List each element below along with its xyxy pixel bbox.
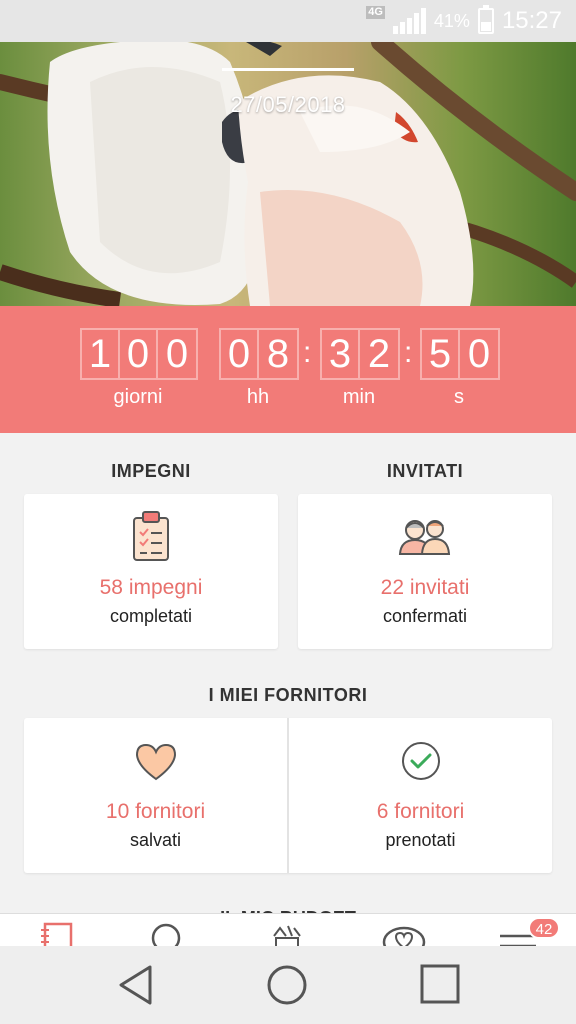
countdown-minutes: 3 2	[320, 328, 400, 380]
countdown-label-seconds: s	[454, 386, 464, 408]
battery-percent: 41%	[433, 10, 470, 31]
fornitori-title: I MIEI FORNITORI	[208, 685, 368, 705]
countdown-digit: 2	[367, 331, 391, 376]
countdown-digit: 0	[467, 331, 491, 376]
fornitori-booked-count: 6 fornitori	[376, 800, 465, 823]
impegni-status: completati	[109, 606, 193, 626]
heart-icon	[135, 743, 176, 781]
countdown-separator: :	[404, 336, 413, 369]
battery-icon	[477, 5, 494, 34]
impegni-count: 58 impegni	[99, 576, 203, 599]
search-icon[interactable]	[150, 922, 184, 946]
menu-notification-badge: 42	[528, 917, 560, 939]
countdown-digit: 8	[266, 331, 290, 376]
cockatoos-illustration	[0, 42, 576, 306]
countdown-digit: 0	[120, 330, 158, 378]
fornitori-saved-status: salvati	[129, 830, 182, 850]
countdown-digit: 3	[322, 330, 360, 378]
notebook-icon[interactable]	[40, 922, 74, 946]
back-icon[interactable]	[116, 964, 156, 1006]
bottom-tab-bar	[0, 913, 576, 946]
countdown-digit: 0	[165, 331, 189, 376]
status-bar: 4G 41% 15:27	[0, 0, 576, 42]
invitati-card[interactable]: 22 invitati confermati	[298, 494, 552, 649]
fornitori-booked-status: prenotati	[385, 830, 456, 850]
hero-photo: 27/05/2018	[0, 42, 576, 306]
check-circle-icon	[401, 742, 440, 780]
fornitori-card: 10 fornitori salvati 6 fornitori prenota…	[24, 718, 552, 873]
fornitori-saved[interactable]: 10 fornitori salvati	[24, 718, 287, 873]
invitati-title: INVITATI	[386, 461, 464, 481]
countdown-seconds: 5 0	[420, 328, 500, 380]
countdown-label-days: giorni	[113, 386, 163, 408]
hero-divider-line	[222, 68, 354, 71]
countdown-days: 1 0 0	[80, 328, 198, 380]
countdown-hours: 0 8	[219, 328, 299, 380]
recent-apps-icon[interactable]	[420, 964, 460, 1004]
home-icon[interactable]	[266, 964, 308, 1006]
network-type: 4G	[366, 6, 385, 19]
countdown-label-minutes: min	[342, 386, 376, 408]
community-heart-icon[interactable]	[382, 922, 426, 946]
fornitori-saved-count: 10 fornitori	[105, 800, 206, 823]
impegni-title: IMPEGNI	[111, 461, 191, 481]
countdown-digit: 0	[221, 330, 259, 378]
countdown-digit: 1	[82, 330, 120, 378]
clipboard-checklist-icon	[133, 511, 169, 561]
wedding-date: 27/05/2018	[230, 92, 346, 117]
countdown-label-hours: hh	[246, 386, 270, 408]
guests-icon	[398, 520, 451, 555]
status-clock: 15:27	[501, 7, 562, 34]
invitati-count: 22 invitati	[380, 576, 470, 599]
countdown-panel: 1 0 0 0 8 : 3 2 : 5 0 giorni hh min s	[0, 306, 576, 433]
system-nav-bar	[0, 946, 576, 1024]
impegni-card[interactable]: 58 impegni completati	[24, 494, 278, 649]
signal-strength-icon	[392, 8, 426, 34]
vendors-icon[interactable]	[270, 922, 304, 946]
fornitori-booked[interactable]: 6 fornitori prenotati	[289, 718, 552, 873]
invitati-status: confermati	[382, 606, 468, 626]
countdown-digit: 5	[422, 330, 460, 378]
countdown-separator: :	[303, 336, 312, 369]
